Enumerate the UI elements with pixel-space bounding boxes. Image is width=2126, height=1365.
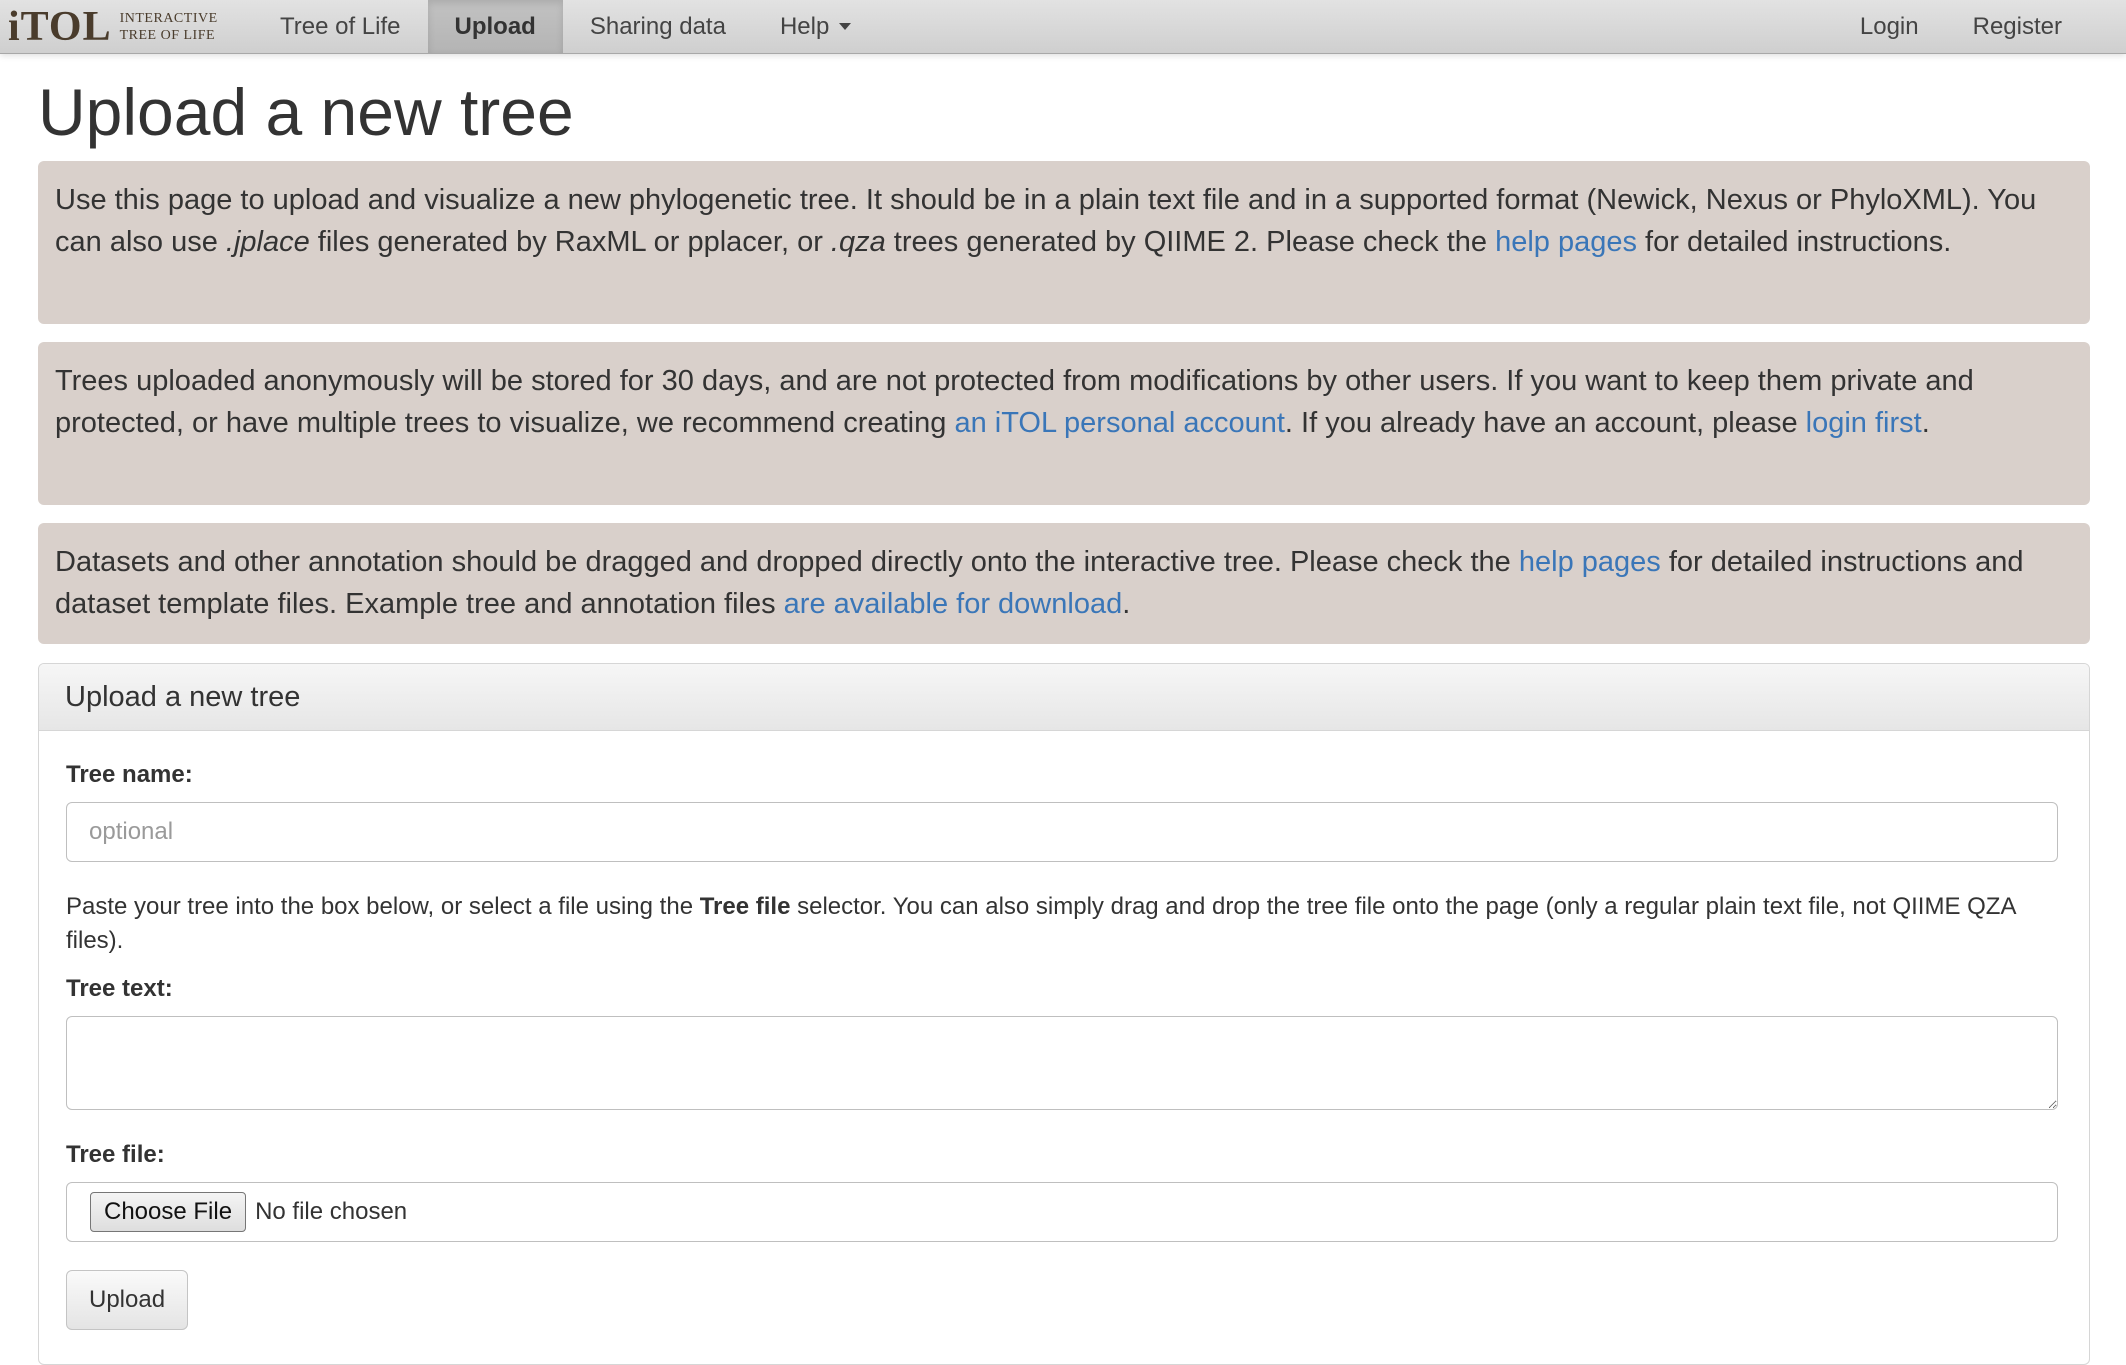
help-text-bold: Tree file: [699, 893, 791, 920]
nav-right: Login Register: [1833, 0, 2126, 53]
upload-panel-heading: Upload a new tree: [39, 664, 2089, 731]
brand-subtitle: Interactive Tree of Life: [120, 10, 218, 44]
note3-text-3: .: [1122, 588, 1131, 620]
nav-register-label: Register: [1972, 12, 2062, 40]
info-note-datasets: Datasets and other annotation should be …: [38, 523, 2090, 644]
nav-register[interactable]: Register: [1946, 0, 2089, 53]
note2-text-3: .: [1921, 407, 1930, 439]
info-note-upload: Use this page to upload and visualize a …: [38, 161, 2090, 324]
nav-tree-of-life[interactable]: Tree of Life: [253, 0, 428, 53]
nav-sharing-data-label: Sharing data: [589, 12, 726, 40]
nav-upload-label: Upload: [454, 12, 536, 40]
note1-qza: .qza: [830, 226, 886, 258]
note1-jplace: .jplace: [225, 226, 310, 258]
brand-subtitle-line2: Tree of Life: [119, 27, 216, 43]
note1-text-2: files generated by RaxML or pplacer, or: [309, 226, 831, 258]
nav-tree-of-life-label: Tree of Life: [280, 12, 401, 40]
top-navbar: iTOL Interactive Tree of Life Tree of Li…: [0, 0, 2126, 54]
tree-file-input[interactable]: Choose File No file chosen: [66, 1182, 2058, 1242]
upload-button[interactable]: Upload: [66, 1270, 189, 1330]
help-pages-link[interactable]: help pages: [1495, 226, 1637, 258]
nav-login[interactable]: Login: [1833, 0, 1946, 53]
personal-account-link[interactable]: an iTOL personal account: [954, 407, 1284, 439]
tree-text-label: Tree text:: [66, 975, 173, 1002]
upload-panel-body: Tree name: Paste your tree into the box …: [39, 761, 2089, 1330]
nav-sharing-data[interactable]: Sharing data: [563, 0, 753, 53]
upload-panel: Upload a new tree Tree name: Paste your …: [38, 663, 2090, 1365]
nav-login-label: Login: [1859, 12, 1919, 40]
tree-input-help: Paste your tree into the box below, or s…: [66, 890, 2062, 958]
login-first-link[interactable]: login first: [1806, 407, 1922, 439]
tree-name-input[interactable]: [66, 802, 2058, 862]
caret-down-icon: [839, 23, 852, 30]
note2-text-2: . If you already have an account, please: [1284, 407, 1806, 439]
page-title: Upload a new tree: [38, 75, 574, 149]
brand-mark: iTOL: [8, 3, 112, 50]
note3-text-1: Datasets and other annotation should be …: [55, 546, 1519, 578]
nav-upload[interactable]: Upload: [427, 0, 563, 53]
brand-subtitle-line1: Interactive: [119, 10, 218, 26]
nav-help-dropdown[interactable]: Help: [753, 0, 878, 53]
help-pages-link-2[interactable]: help pages: [1519, 546, 1661, 578]
tree-text-area[interactable]: [66, 1016, 2058, 1110]
tree-file-label: Tree file:: [66, 1141, 165, 1168]
help-text-1: Paste your tree into the box below, or s…: [66, 893, 700, 920]
download-examples-link[interactable]: are available for download: [784, 588, 1123, 620]
nav-help-label: Help: [779, 12, 830, 40]
tree-name-label: Tree name:: [66, 761, 193, 788]
info-note-anonymous: Trees uploaded anonymously will be store…: [38, 342, 2090, 505]
note1-text-4: for detailed instructions.: [1636, 226, 1952, 258]
brand-logo[interactable]: iTOL Interactive Tree of Life: [0, 0, 253, 53]
choose-file-button[interactable]: Choose File: [90, 1192, 247, 1232]
no-file-chosen-text: No file chosen: [255, 1198, 408, 1225]
main-content: Upload a new tree Use this page to uploa…: [38, 53, 2090, 1365]
note1-text-3: trees generated by QIIME 2. Please check…: [885, 226, 1496, 258]
